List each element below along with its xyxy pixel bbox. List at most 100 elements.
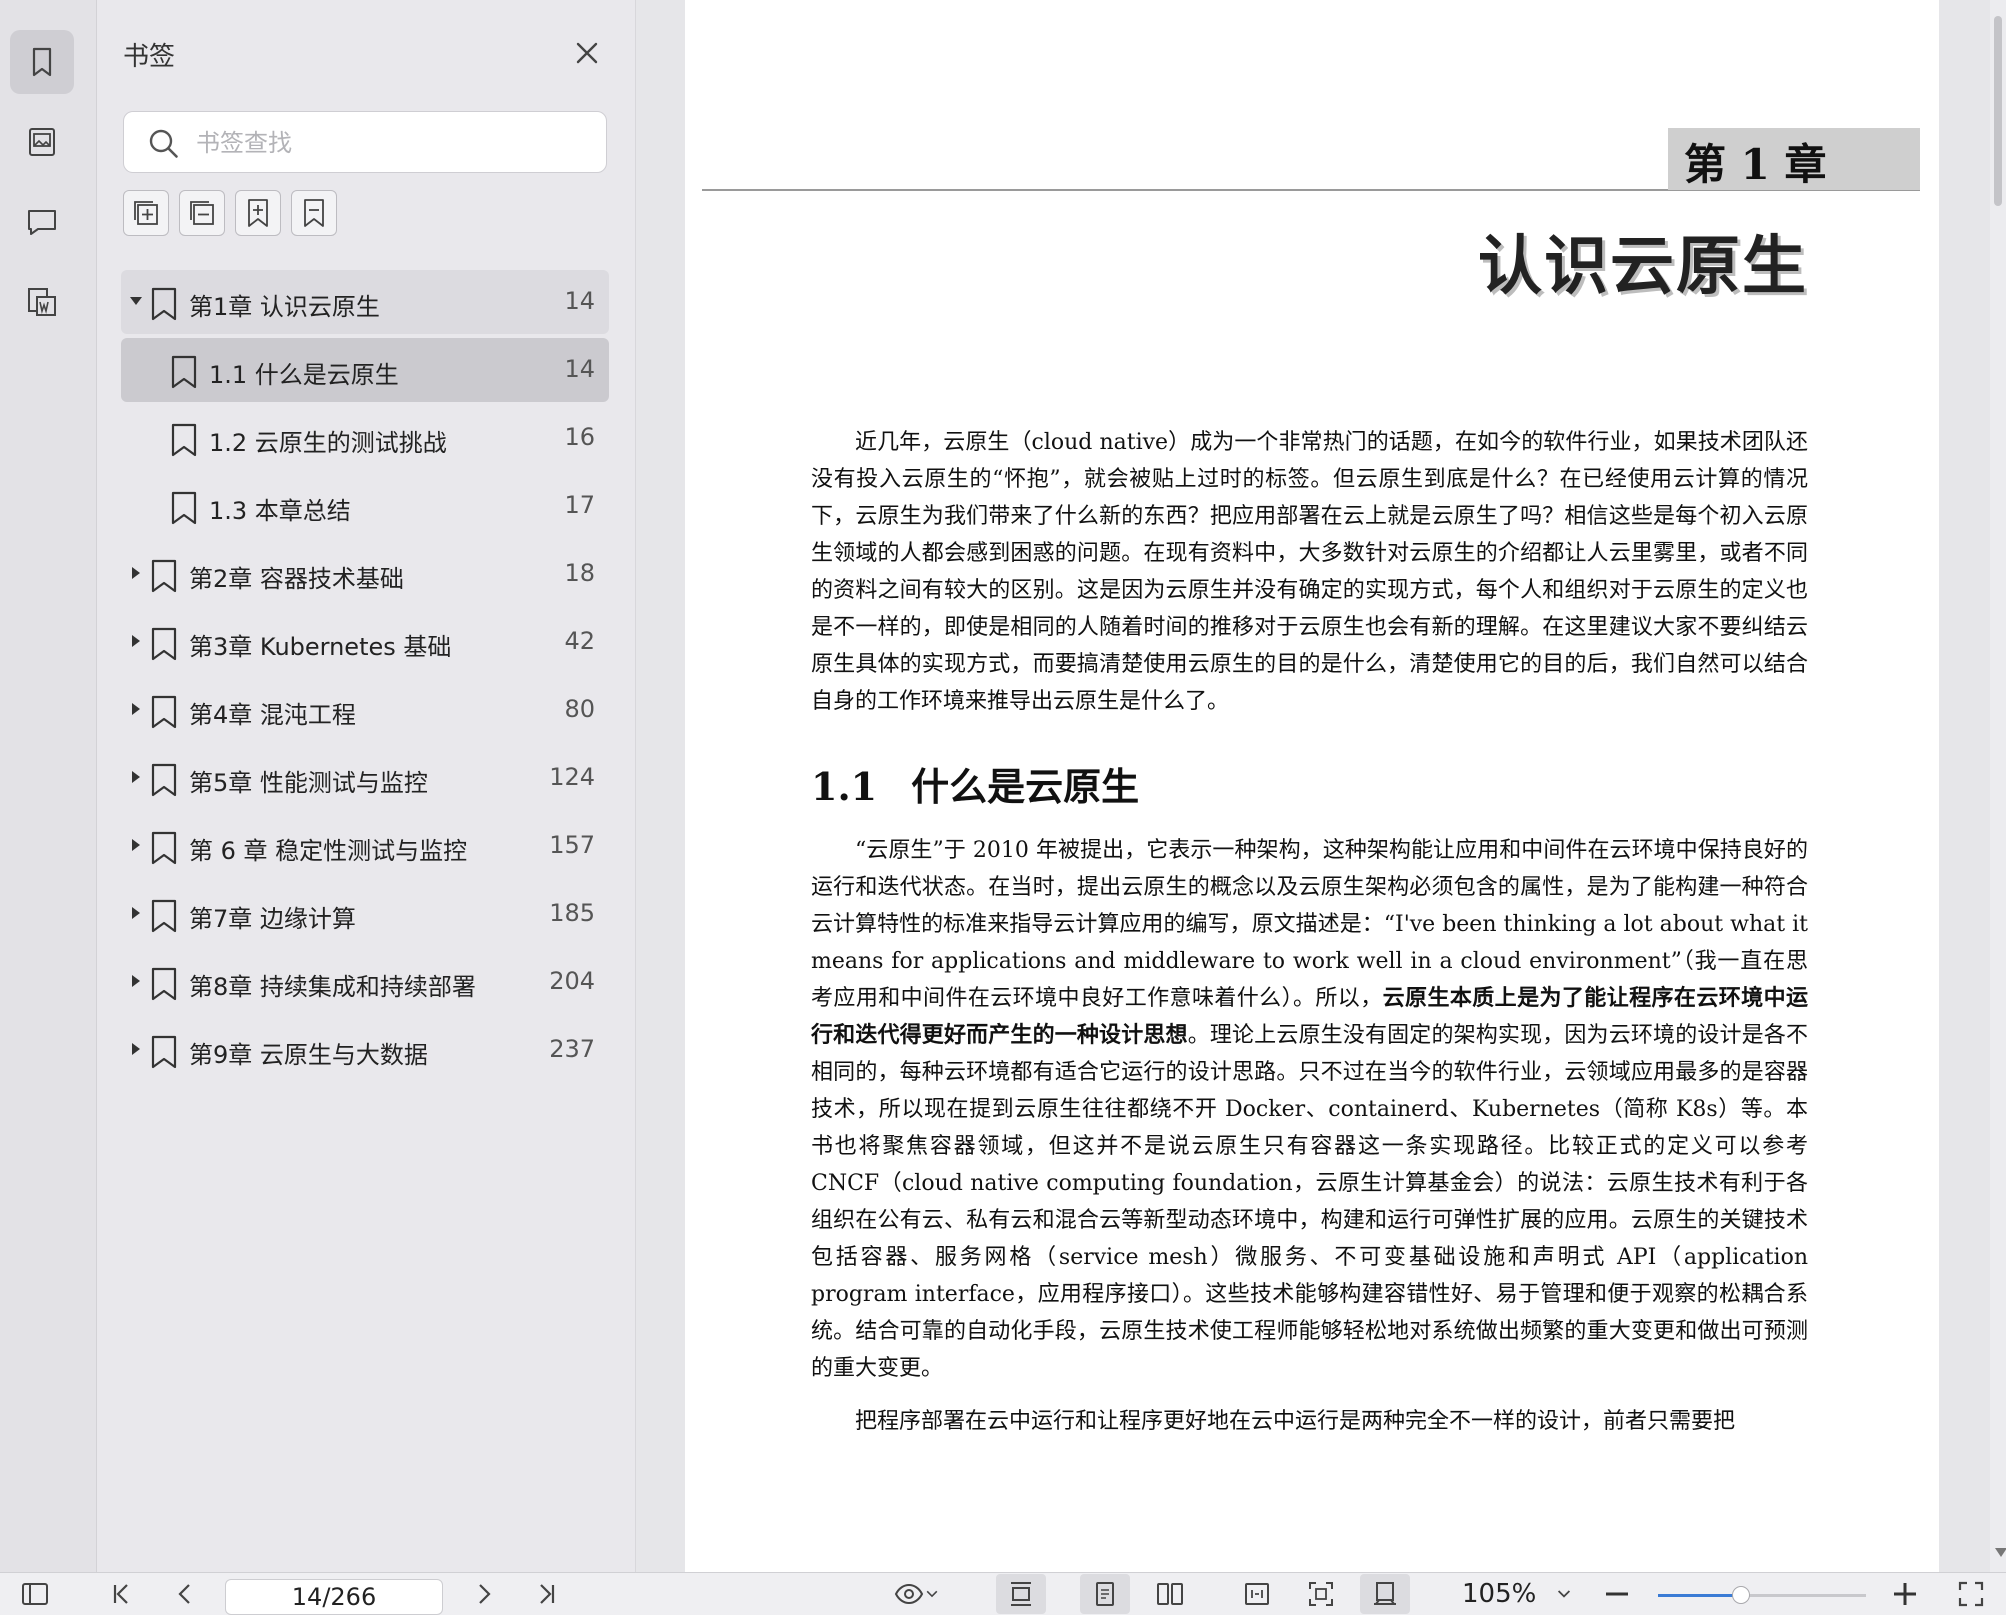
fit-width-icon	[1245, 1583, 1269, 1605]
bookmark-item[interactable]: 第1章 认识云原生 14	[121, 270, 609, 334]
word-document-icon	[28, 288, 56, 316]
fit-width-button[interactable]	[1240, 1577, 1274, 1611]
icon-rail	[0, 0, 97, 1572]
bookmark-label: 第5章 性能测试与监控	[189, 769, 428, 797]
reading-mode-button[interactable]	[1360, 1574, 1410, 1614]
thumbnail-panel-button[interactable]	[10, 110, 74, 174]
section-paragraph: “云原生”于 2010 年被提出，它表示一种架构，这种架构能让应用和中间件在云环…	[811, 832, 1808, 1387]
bookmark-icon	[32, 47, 52, 77]
next-paragraph: 把程序部署在云中运行和让程序更好地在云中运行是两种完全不一样的设计，前者只需要把	[855, 1409, 1736, 1434]
bookmark-icon	[151, 559, 177, 593]
last-page-button[interactable]	[530, 1577, 564, 1611]
bookmark-item[interactable]: 第5章 性能测试与监控 124	[121, 746, 609, 810]
bookmark-panel-button[interactable]	[10, 30, 74, 94]
previous-page-button[interactable]	[168, 1577, 202, 1611]
bookmark-item[interactable]: 1.2 云原生的测试挑战 16	[121, 406, 609, 470]
bookmark-label: 第 6 章 稳定性测试与监控	[189, 837, 468, 865]
bookmark-icon	[151, 695, 177, 729]
fit-page-button[interactable]	[1304, 1577, 1338, 1611]
bookmark-label: 第1章 认识云原生	[189, 293, 380, 321]
collapse-all-icon	[190, 201, 214, 225]
zoom-level[interactable]: 105%	[1462, 1579, 1536, 1609]
bookmark-item[interactable]: 第9章 云原生与大数据 237	[121, 1018, 609, 1082]
section-number: 1.1	[811, 764, 878, 809]
bookmark-item[interactable]: 第8章 持续集成和持续部署 204	[121, 950, 609, 1014]
image-icon	[29, 128, 55, 156]
zoom-in-button[interactable]	[1888, 1577, 1922, 1611]
caret-right-icon[interactable]	[127, 768, 145, 786]
chevron-down-icon	[1557, 1590, 1571, 1598]
chevron-down-icon	[926, 1590, 938, 1598]
expand-all-button[interactable]	[123, 190, 169, 236]
section-text: “云原生”于 2010 年被提出，它表示一种架构，这种架构能让应用和中间件在云环…	[811, 832, 1808, 1456]
caret-right-icon[interactable]	[127, 632, 145, 650]
caret-right-icon[interactable]	[127, 904, 145, 922]
scroll-down-arrow-icon[interactable]	[1995, 1548, 2006, 1557]
bookmark-page-number: 157	[549, 831, 595, 859]
scrollbar-thumb[interactable]	[1994, 16, 2002, 206]
first-page-button[interactable]	[104, 1577, 138, 1611]
bookmark-item[interactable]: 第2章 容器技术基础 18	[121, 542, 609, 606]
last-page-icon	[540, 1584, 555, 1604]
close-icon	[576, 42, 598, 64]
bookmark-icon	[151, 967, 177, 1001]
bookmark-icon	[151, 763, 177, 797]
sidebar-toggle-icon	[22, 1583, 48, 1605]
bookmark-label: 第3章 Kubernetes 基础	[189, 633, 452, 661]
next-page-button[interactable]	[467, 1577, 501, 1611]
page-number-input[interactable]: 14/266	[225, 1579, 443, 1615]
caret-right-icon[interactable]	[127, 836, 145, 854]
bookmark-icon	[171, 355, 197, 389]
single-page-button[interactable]	[1080, 1574, 1130, 1614]
bookmark-label: 1.1 什么是云原生	[209, 361, 399, 389]
bookmark-page-number: 80	[564, 695, 595, 723]
bookmark-label: 1.2 云原生的测试挑战	[209, 429, 447, 457]
chevron-left-icon	[178, 1584, 190, 1604]
comment-panel-button[interactable]	[10, 190, 74, 254]
bookmark-page-number: 42	[564, 627, 595, 655]
caret-down-icon[interactable]	[127, 292, 145, 310]
bookmark-page-number: 16	[564, 423, 595, 451]
two-page-button[interactable]	[1153, 1577, 1187, 1611]
caret-right-icon[interactable]	[127, 1040, 145, 1058]
bookmark-item[interactable]: 第 6 章 稳定性测试与监控 157	[121, 814, 609, 878]
bookmark-label: 第8章 持续集成和持续部署	[189, 973, 476, 1001]
chevron-right-icon	[479, 1584, 491, 1604]
bookmark-item[interactable]: 1.3 本章总结 17	[121, 474, 609, 538]
caret-right-icon[interactable]	[127, 972, 145, 990]
add-bookmark-button[interactable]	[235, 190, 281, 236]
vertical-scrollbar[interactable]	[1990, 0, 2006, 1572]
bookmark-item[interactable]: 1.1 什么是云原生 14	[121, 338, 609, 402]
bookmark-search-input[interactable]	[194, 122, 588, 164]
bookmark-label: 1.3 本章总结	[209, 497, 351, 525]
bookmark-item[interactable]: 第4章 混沌工程 80	[121, 678, 609, 742]
fullscreen-button[interactable]	[1954, 1577, 1988, 1611]
bookmark-label: 第7章 边缘计算	[189, 905, 356, 933]
intro-paragraph: 近几年，云原生（cloud native）成为一个非常热门的话题，在如今的软件行…	[811, 430, 1808, 714]
section-heading: 1.1 什么是云原生	[811, 756, 1139, 811]
eye-icon	[894, 1583, 924, 1605]
close-panel-button[interactable]	[570, 36, 604, 70]
collapse-all-button[interactable]	[179, 190, 225, 236]
zoom-dropdown-button[interactable]	[1547, 1577, 1581, 1611]
bookmark-page-number: 18	[564, 559, 595, 587]
remove-bookmark-button[interactable]	[291, 190, 337, 236]
bookmark-icon	[151, 627, 177, 661]
continuous-scroll-icon	[1011, 1582, 1031, 1606]
reading-mode-icon	[1374, 1582, 1396, 1605]
bookmark-page-number: 204	[549, 967, 595, 995]
plus-icon	[1894, 1583, 1916, 1605]
caret-right-icon[interactable]	[127, 700, 145, 718]
zoom-out-button[interactable]	[1600, 1577, 1634, 1611]
bookmark-label: 第9章 云原生与大数据	[189, 1041, 428, 1069]
bookmark-item[interactable]: 第3章 Kubernetes 基础 42	[121, 610, 609, 674]
bookmark-label: 第2章 容器技术基础	[189, 565, 404, 593]
caret-right-icon[interactable]	[127, 564, 145, 582]
view-mode-dropdown[interactable]	[889, 1577, 945, 1611]
bookmark-item[interactable]: 第7章 边缘计算 185	[121, 882, 609, 946]
continuous-scroll-button[interactable]	[996, 1574, 1046, 1614]
word-convert-button[interactable]	[10, 270, 74, 334]
intro-text: 近几年，云原生（cloud native）成为一个非常热门的话题，在如今的软件行…	[811, 424, 1808, 736]
bookmark-remove-icon	[304, 199, 324, 227]
toggle-sidebar-button[interactable]	[18, 1577, 52, 1611]
